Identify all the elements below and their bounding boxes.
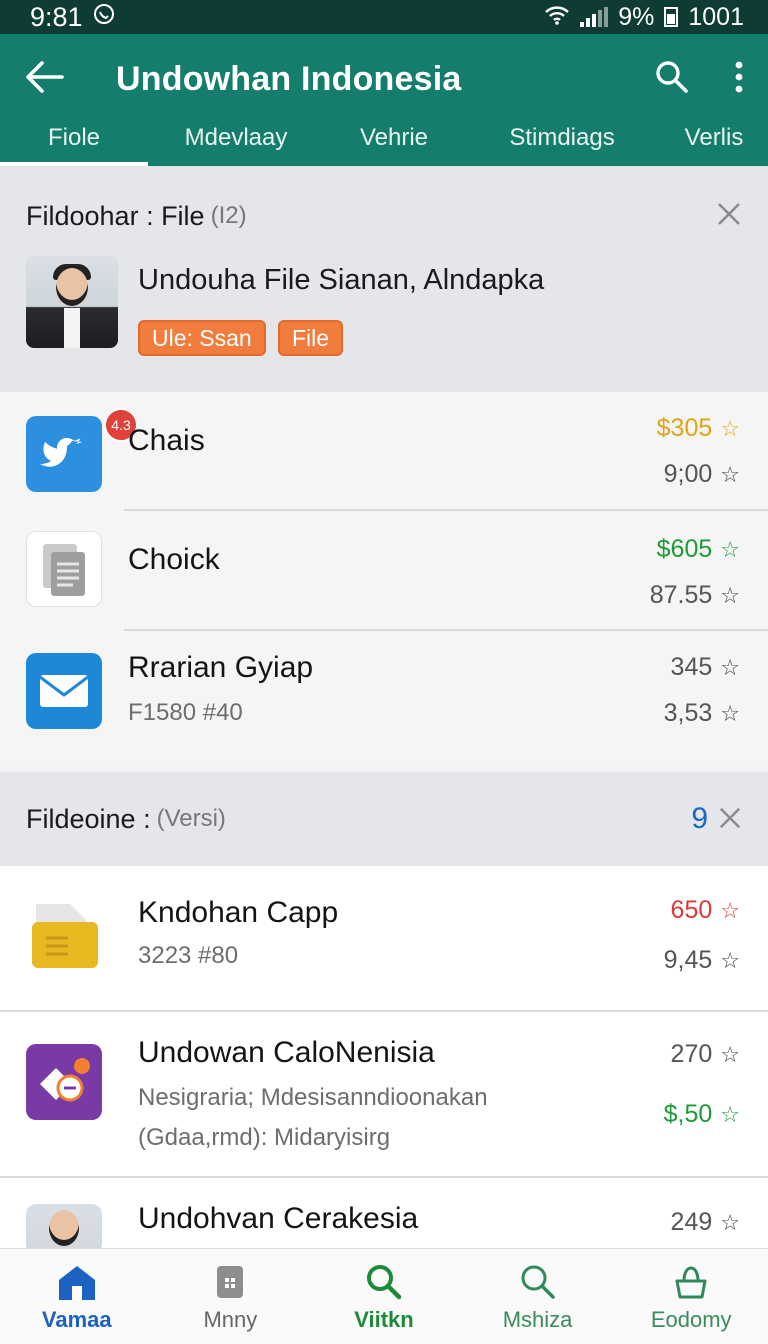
battery-percent: 9% [618,2,655,31]
nav-explore[interactable]: Mshiza [461,1249,615,1344]
list-item[interactable]: Undohvan Cerakesia 249 ☆ [0,1178,768,1248]
item-price: $605 ☆ [656,535,740,563]
nav-home[interactable]: Vamaa [0,1249,154,1344]
star-icon: ☆ [720,654,740,680]
star-icon: ☆ [720,582,740,608]
featured-title: Undouha File Sianan, Alndapka [138,264,545,296]
section-count: (I2) [210,202,247,229]
item-subtitle: F1580 #40 [128,699,243,726]
chip-file[interactable]: File [278,320,344,356]
item-price: 249 ☆ [670,1208,740,1236]
list-item[interactable]: Choick $605 ☆ 87.55 ☆ [0,511,768,629]
document-icon [26,531,102,607]
item-subtitle: 3223 #80 [138,942,239,969]
bag-icon [671,1261,711,1303]
section-title: Fildoohar : File [26,200,205,231]
item-rating: 9;00 ☆ [663,460,740,488]
close-icon[interactable] [716,198,742,235]
whatsapp-icon [93,3,115,31]
item-rating: 3,53 ☆ [663,699,740,727]
magnifier-icon [519,1261,557,1303]
wifi-icon [544,3,570,32]
section-header-versions: Fildeoine : (Versi) 9 [0,772,768,866]
featured-card[interactable]: Fildoohar : File (I2) Undouha File Siana… [0,166,768,392]
tab-verlis[interactable]: Verlis [660,124,768,166]
signal-icon [580,7,609,27]
item-name: Undowan CaloNenisia [138,1036,435,1069]
nav-menu[interactable]: Mnny [154,1249,308,1344]
nav-label: Vamaa [41,1306,112,1332]
app-bar: Undowhan Indonesia Fiole Mdevlaay Vehrie… [0,34,768,166]
nav-economy[interactable]: Eodomy [614,1249,768,1344]
bottom-navigation: Vamaa Mnny Viitkn Mshiza Eodomy [0,1248,768,1344]
list-item[interactable]: 4.3 Chais $305 ☆ 9;00 ☆ [0,392,768,510]
avatar [26,1204,102,1248]
item-rating: 87.55 ☆ [649,581,740,609]
item-name: Chais [128,424,205,457]
app-tools-icon [26,1044,102,1120]
item-name: Undohvan Cerakesia [138,1202,419,1235]
tab-mdevlaay[interactable]: Mdevlaay [148,124,324,166]
nav-search[interactable]: Viitkn [307,1249,461,1344]
mail-icon [26,653,102,729]
star-icon: ☆ [720,1209,740,1235]
more-vert-icon[interactable] [734,61,744,98]
item-name: Choick [128,543,220,576]
chip-user[interactable]: Ule: Ssan [138,320,266,356]
star-icon: ☆ [720,1101,740,1127]
folder-icon [26,896,102,972]
section-title: Fildeoine : [26,803,151,834]
page-title: Undowhan Indonesia [116,59,462,98]
list-item[interactable]: Rrarian Gyiap F1580 #40 345 ☆ 3,53 ☆ [0,631,768,759]
star-icon: ☆ [720,415,740,441]
tab-vehrie[interactable]: Vehrie [324,124,464,166]
item-name: Rrarian Gyiap [128,651,314,684]
phone-icon [213,1261,247,1303]
tab-fiole[interactable]: Fiole [0,124,148,166]
star-icon: ☆ [720,536,740,562]
star-icon: ☆ [720,1041,740,1067]
home-icon [55,1261,99,1303]
avatar [26,256,118,348]
list-item[interactable]: Kndohan Capp 3223 #80 650 ☆ 9,45 ☆ [0,866,768,1010]
close-icon[interactable] [718,801,742,838]
star-icon: ☆ [720,897,740,923]
tab-stimdiags[interactable]: Stimdiags [464,124,660,166]
twitter-bird-icon: 4.3 [26,408,138,492]
item-price: 650 ☆ [670,896,740,924]
back-arrow-icon[interactable] [24,60,64,99]
count-badge: 9 [691,802,708,835]
nav-label: Mshiza [502,1306,573,1332]
item-rating: 9,45 ☆ [663,946,740,974]
item-subtitle-2: (Gdaa,rmd): Midaryisirg [138,1124,391,1151]
item-price: 345 ☆ [670,653,740,681]
nav-label: Eodomy [650,1306,732,1332]
nav-label: Viitkn [354,1306,414,1332]
battery-icon [664,7,679,27]
item-rating: $,50 ☆ [663,1100,740,1128]
star-icon: ☆ [720,700,740,726]
item-price: $305 ☆ [656,414,740,442]
status-bar: 9:81 9% 1001 [0,0,768,34]
tab-bar: Fiole Mdevlaay Vehrie Stimdiags Verlis [0,124,768,166]
section-count: (Versi) [156,805,226,832]
star-icon: ☆ [720,461,740,487]
item-price: 270 ☆ [670,1040,740,1068]
star-icon: ☆ [720,947,740,973]
search-icon [365,1261,403,1303]
status-extra: 1001 [688,2,744,31]
item-name: Kndohan Capp [138,896,339,929]
nav-label: Mnny [203,1306,258,1332]
status-time: 9:81 [30,1,83,32]
file-list: 4.3 Chais $305 ☆ 9;00 ☆ Choick $605 ☆ 87.55… [0,392,768,762]
list-item[interactable]: Undowan CaloNenisia Nesigraria; Mdesisan… [0,1012,768,1176]
version-list: Kndohan Capp 3223 #80 650 ☆ 9,45 ☆ Undowan… [0,866,768,1248]
search-icon[interactable] [654,59,690,100]
item-subtitle: Nesigraria; Mdesisanndioonakan [138,1084,488,1111]
section-header-files: Fildoohar : File (I2) [0,196,768,236]
